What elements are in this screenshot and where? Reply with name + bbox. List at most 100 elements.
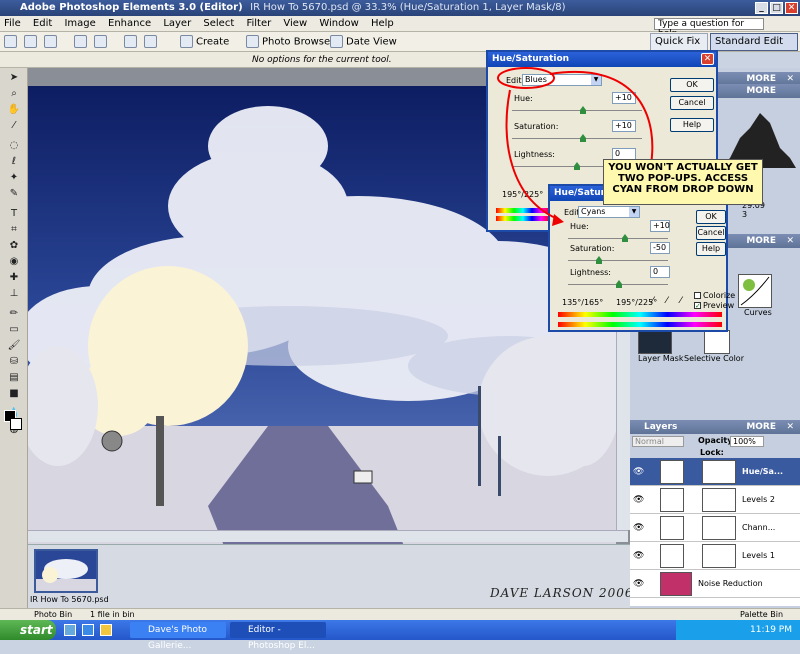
eraser-tool-icon[interactable]: ▭ [7,324,21,336]
menu-image[interactable]: Image [64,18,95,29]
save-icon[interactable] [44,35,57,48]
adjustment-thumbnail [660,488,684,512]
magic-wand-tool-icon[interactable]: ✦ [7,172,21,184]
layers-close-icon[interactable]: ✕ [786,420,794,434]
date-view-button[interactable]: Date View [330,35,397,50]
close-button[interactable]: ✕ [785,2,798,14]
menu-enhance[interactable]: Enhance [108,18,151,29]
preview-label: Preview [703,301,735,310]
minimize-button[interactable]: _ [755,2,768,14]
photo-bin-label[interactable]: Photo Bin [34,609,72,620]
zoom-tool-icon[interactable]: ⌕ [7,88,21,100]
mask-thumbnail [702,544,736,568]
shape-tool-icon[interactable]: ■ [7,388,21,400]
menu-view[interactable]: View [283,18,307,29]
layer-row-noise-reduction[interactable]: 👁 Noise Reduction [630,570,800,598]
background-color-swatch[interactable] [10,418,22,430]
mask-thumbnail [702,488,736,512]
title-bar: Adobe Photoshop Elements 3.0 (Editor) IR… [0,0,800,16]
help-search-input[interactable]: Type a question for help [654,18,764,39]
undo-icon[interactable] [124,35,137,48]
photo-bin-count: 1 file in bin [90,610,135,619]
layer-row-levels-1[interactable]: 👁 Levels 1 [630,542,800,570]
selection-brush-tool-icon[interactable]: ✎ [7,188,21,200]
email-icon[interactable] [94,35,107,48]
folder-icon[interactable] [100,624,112,636]
type-tool-icon[interactable]: T [7,208,21,220]
layer-mask-icon[interactable] [638,330,672,354]
maximize-button[interactable]: □ [770,2,783,14]
eyedropper-tool-icon[interactable]: ⁄ [7,120,21,132]
lasso-tool-icon[interactable]: ℓ [7,156,21,168]
layer-name: Noise Reduction [698,579,763,588]
print-icon[interactable] [74,35,87,48]
create-button[interactable]: Create [180,35,229,50]
menu-edit[interactable]: Edit [33,18,52,29]
thumbnail-caption: IR How To 5670.psd [30,595,109,604]
open-icon[interactable] [24,35,37,48]
visibility-eye-icon[interactable]: 👁 [633,495,644,505]
browser-icon[interactable] [82,624,94,636]
layer-thumbnail [660,572,692,596]
curves-icon[interactable] [738,274,772,308]
visibility-eye-icon[interactable]: 👁 [633,523,644,533]
layers-panel-header[interactable]: Layers MORE ✕ [630,420,800,434]
clock: 11:19 PM [750,625,792,635]
new-file-icon[interactable] [4,35,17,48]
menu-filter[interactable]: Filter [246,18,271,29]
redo-icon[interactable] [144,35,157,48]
blend-mode-select[interactable]: Normal [632,436,684,447]
visibility-eye-icon[interactable]: 👁 [633,551,644,561]
menu-layer[interactable]: Layer [163,18,191,29]
visibility-eye-icon[interactable]: 👁 [633,467,644,477]
visibility-eye-icon[interactable]: 👁 [633,579,644,589]
photo-browser-button[interactable]: Photo Browser [246,35,334,50]
healing-brush-tool-icon[interactable]: ✚ [7,272,21,284]
red-eye-tool-icon[interactable]: ◉ [7,256,21,268]
taskbar-item-photo-gallery[interactable]: Dave's Photo Gallerie... [130,622,226,651]
layer-name: Chann... [742,523,776,532]
create-label: Create [196,36,230,48]
pencil-tool-icon[interactable]: ✏ [7,308,21,320]
preview-checkbox[interactable]: ✓ [694,302,701,310]
create-icon [180,35,193,48]
move-tool-icon[interactable]: ➤ [7,72,21,84]
desktop-icon[interactable] [64,624,76,636]
adjusted-spectrum-bar [558,322,722,327]
layer-name: Levels 2 [742,495,775,504]
clone-stamp-tool-icon[interactable]: ⊥ [7,288,21,300]
more-button-3[interactable]: MORE [746,234,776,248]
quick-fix-button[interactable]: Quick Fix [650,33,708,51]
menu-help[interactable]: Help [371,18,394,29]
layers-title: Layers [644,422,678,432]
adjustment-thumbnail [660,460,684,484]
standard-edit-button[interactable]: Standard Edit [710,33,798,51]
crop-tool-icon[interactable]: ⌗ [7,224,21,236]
layer-row-levels-2[interactable]: 👁 Levels 2 [630,486,800,514]
marquee-tool-icon[interactable]: ◌ [7,140,21,152]
taskbar-item-photoshop-editor[interactable]: Editor - Photoshop El... [230,622,326,651]
selective-color-icon[interactable] [704,330,730,354]
paint-bucket-tool-icon[interactable]: ⛁ [7,356,21,368]
toolbox: ➤ ⌕ ✋ ⁄ ◌ ℓ ✦ ✎ T ⌗ ✿ ◉ ✚ ⊥ ✏ ▭ 🖌 ⛁ ▤ ■ … [0,68,28,608]
panel-close-icon-3[interactable]: ✕ [786,234,794,248]
opacity-input[interactable]: 100% [730,436,764,447]
cookie-cutter-tool-icon[interactable]: ✿ [7,240,21,252]
document-title: IR How To 5670.psd @ 33.3% (Hue/Saturati… [250,2,566,13]
more-button-2[interactable]: MORE [746,84,776,98]
thumbnail-image [36,551,96,591]
layer-row-channel-mixer[interactable]: 👁 Chann... [630,514,800,542]
image-horizontal-scrollbar[interactable] [28,530,628,542]
menu-file[interactable]: File [4,18,21,29]
menu-select[interactable]: Select [203,18,234,29]
hand-tool-icon[interactable]: ✋ [7,104,21,116]
menu-window[interactable]: Window [319,18,358,29]
layer-row-hue-saturation[interactable]: 👁 Hue/Sa... [630,458,800,486]
palette-bin-label[interactable]: Palette Bin [740,609,783,620]
layers-more-button[interactable]: MORE [746,420,776,434]
gradient-tool-icon[interactable]: ▤ [7,372,21,384]
brush-tool-icon[interactable]: 🖌 [7,340,21,352]
stat-cache: 3 [742,210,748,219]
start-button[interactable]: start [0,620,56,640]
photo-bin-thumbnail[interactable] [34,549,98,593]
